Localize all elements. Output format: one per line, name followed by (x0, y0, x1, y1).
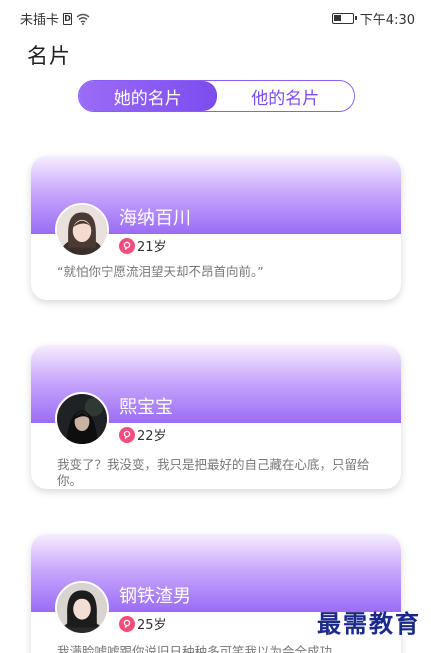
battery-icon (331, 13, 357, 24)
age-text: 25岁 (137, 618, 167, 633)
carrier-text: 未插卡 (20, 13, 60, 28)
watermark-logo: 最需教育 (317, 609, 421, 638)
card-quote: 我变了？我没变，我只是把最好的自己藏在心底，只留给你。 (57, 457, 370, 488)
card-name: 钢铁渣男 (119, 586, 191, 607)
page-title: 名片 (27, 44, 71, 68)
gender-female-icon (119, 237, 135, 254)
tab-his-cards[interactable]: 他的名片 (216, 81, 354, 111)
tab-switch: 她的名片 他的名片 (78, 80, 355, 112)
wifi-icon (76, 13, 90, 25)
age-row: 25岁 (119, 614, 167, 633)
tab-her-cards[interactable]: 她的名片 (79, 81, 217, 111)
status-right: 下午4:30 (331, 9, 415, 28)
age-row: 21岁 (119, 236, 167, 255)
gender-female-icon (119, 426, 135, 443)
age-text: 22岁 (137, 429, 167, 444)
gender-female-icon (119, 615, 135, 632)
card-name: 海纳百川 (119, 208, 191, 229)
avatar[interactable] (55, 581, 109, 635)
status-time: 下午4:30 (359, 13, 415, 28)
sim-card-icon: D (63, 12, 73, 25)
card-name: 熙宝宝 (119, 397, 173, 418)
age-text: 21岁 (137, 240, 167, 255)
profile-card[interactable]: 熙宝宝 22岁 我变了？我没变，我只是把最好的自己藏在心底，只留给你。 (31, 345, 401, 489)
avatar[interactable] (55, 392, 109, 446)
status-left: 未插卡 D (20, 9, 90, 28)
age-row: 22岁 (119, 425, 167, 444)
card-quote: 我满脸嘘嘘跟你说旧日种种多可笑我以为会全成功 (57, 644, 333, 653)
status-bar: 未插卡 D 下午4:30 (0, 0, 431, 34)
card-quote: “就怕你宁愿流泪望天却不昂首向前。” (57, 264, 264, 279)
profile-card[interactable]: 海纳百川 21岁 “就怕你宁愿流泪望天却不昂首向前。” (31, 156, 401, 300)
avatar[interactable] (55, 203, 109, 257)
